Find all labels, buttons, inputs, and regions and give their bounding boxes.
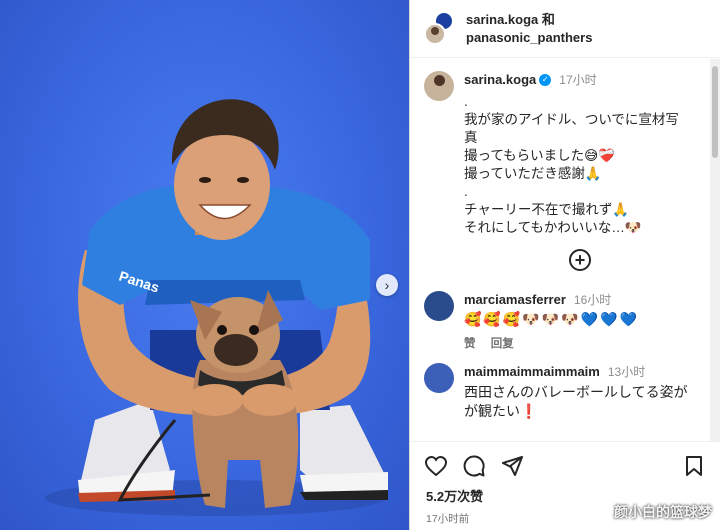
comment-time[interactable]: 13小时	[608, 365, 645, 379]
comment-item: marciamasferrer 16小时 🥰🥰🥰🐶🐶🐶💙💙💙 赞 回复	[410, 291, 710, 363]
reply-comment-button[interactable]: 回复	[491, 338, 514, 350]
caption-line: 我が家のアイドル、ついでに宣材写	[464, 112, 679, 127]
scrollbar-thumb[interactable]	[712, 66, 718, 158]
caption-line: .	[464, 94, 468, 109]
sarina-avatar[interactable]	[424, 22, 446, 45]
post-side-panel: sarina.koga 和 panasonic_panthers sarina.…	[409, 0, 720, 530]
post-header: sarina.koga 和 panasonic_panthers	[410, 0, 720, 58]
commenter-username[interactable]: marciamasferrer	[464, 292, 566, 307]
caption-line: .	[464, 184, 468, 199]
comment-item: maimmaimmaimmaim 13小时 西田さんのバレーボールしてる姿がが観た…	[410, 363, 710, 431]
header-line1[interactable]: sarina.koga 和	[466, 11, 592, 29]
share-send-icon[interactable]	[500, 454, 524, 478]
load-more-comments-icon[interactable]: +	[569, 249, 591, 271]
author-username[interactable]: sarina.koga	[464, 72, 536, 87]
watermark-text: 颜小白的篮球梦	[614, 504, 712, 520]
author-avatar[interactable]	[424, 71, 454, 101]
collab-names[interactable]: sarina.koga 和 panasonic_panthers	[466, 11, 592, 47]
caption-text: . 我が家のアイドル、ついでに宣材写 真 撮ってもらいました😅❤️‍🩹 撮ってい…	[464, 93, 684, 237]
commenter-avatar[interactable]	[424, 363, 454, 393]
blue-hearts: 💙💙💙	[580, 312, 639, 328]
commenter-avatar[interactable]	[424, 291, 454, 321]
commenter-username[interactable]: maimmaimmaimmaim	[464, 364, 600, 379]
comment-text: 西田さんのバレーボールしてる姿がが観たい❗	[464, 384, 688, 419]
post-time[interactable]: 17小时	[559, 73, 596, 87]
post-caption: sarina.koga ✓ 17小时 . 我が家のアイドル、ついでに宣材写 真 撮っ…	[410, 59, 710, 237]
caption-line: 真	[464, 130, 478, 145]
comment-text: 🥰🥰🥰🐶🐶🐶💙💙💙	[464, 312, 639, 328]
caption-line: 撮ってもらいました😅❤️‍🩹	[464, 148, 616, 163]
caption-line: それにしてもかわいいな…🐶	[464, 220, 642, 235]
comments-scroll-area[interactable]: sarina.koga ✓ 17小时 . 我が家のアイドル、ついでに宣材写 真 撮っ…	[410, 59, 710, 441]
caption-line: 撮っていただき感謝🙏	[464, 166, 602, 181]
collab-avatars[interactable]	[424, 10, 454, 47]
post-photo[interactable]: Panas ›	[0, 0, 409, 530]
header-line2[interactable]: panasonic_panthers	[466, 29, 592, 47]
next-photo-button[interactable]: ›	[376, 274, 398, 296]
comment-bubble-icon[interactable]	[462, 454, 486, 478]
like-count[interactable]: 5.2万次赞	[410, 478, 720, 505]
save-bookmark-icon[interactable]	[682, 454, 706, 478]
like-heart-icon[interactable]	[424, 454, 448, 478]
caption-line: チャーリー不在で撮れず🙏	[464, 202, 630, 217]
like-comment-button[interactable]: 赞	[464, 338, 476, 350]
comment-time[interactable]: 16小时	[574, 293, 611, 307]
athlete-with-dog-image: Panas	[45, 99, 388, 516]
verified-badge-icon: ✓	[539, 74, 552, 87]
